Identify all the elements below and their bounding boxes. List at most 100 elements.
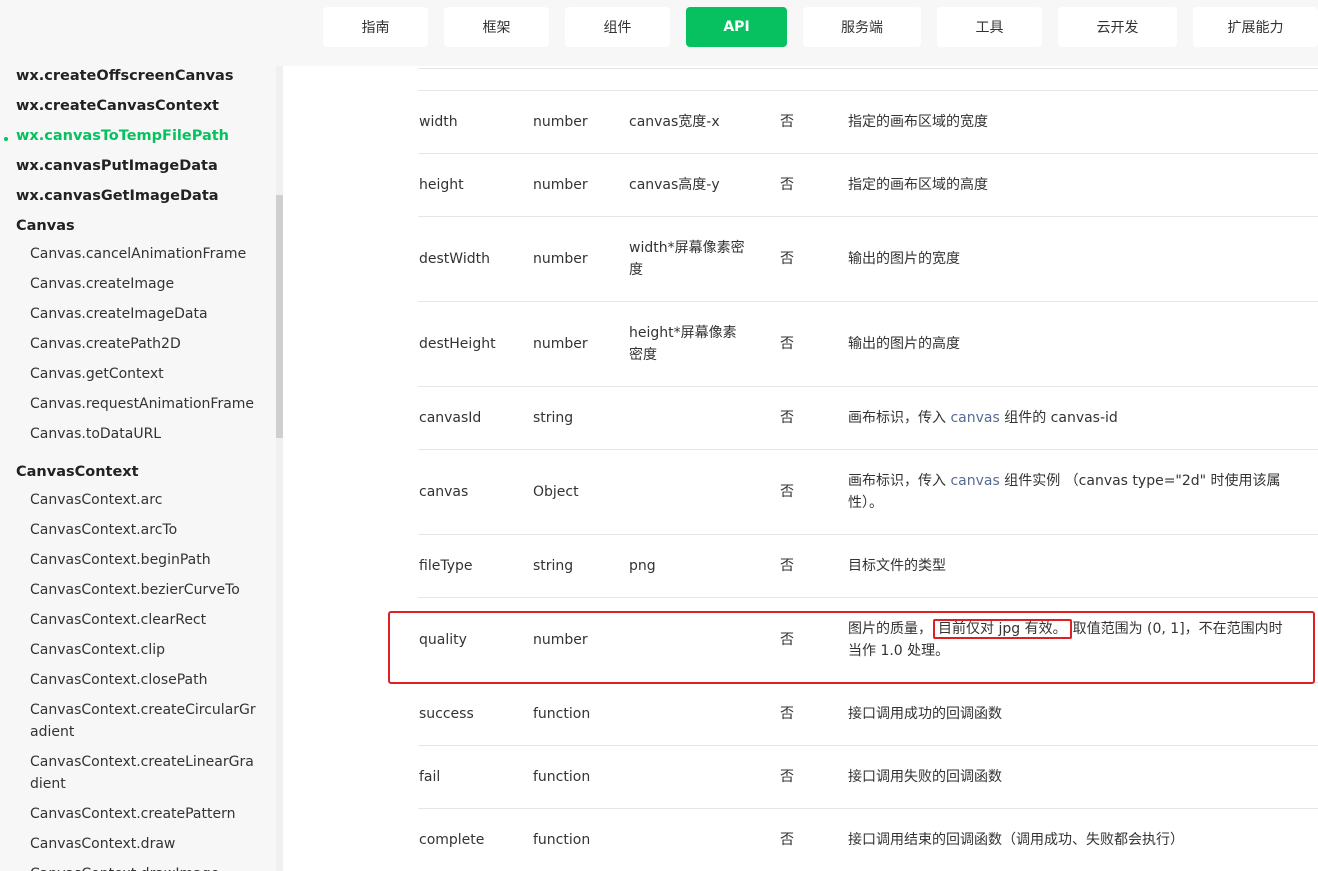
nav-tools[interactable]: 工具 [937,7,1042,47]
param-type: function [533,769,591,785]
param-name: height [419,177,464,193]
nav-components[interactable]: 组件 [565,7,670,47]
param-description: 图片的质量， 目前仅对 jpg 有效。 取值范围为 (0, 1]，不在范围内时当作 … [848,619,1283,659]
param-description: 画布标识，传入 canvas 组件的 canvas-id [848,410,1118,426]
nav-extensions[interactable]: 扩展能力 [1193,7,1318,47]
param-type: number [533,251,588,267]
param-default: png [629,558,656,574]
sidebar-subitem[interactable]: CanvasContext.clearRect [30,609,250,631]
sidebar-subitem[interactable]: CanvasContext.arcTo [30,519,250,541]
param-description: 指定的画布区域的高度 [848,177,988,193]
row-divider [418,68,1318,69]
nav-framework[interactable]: 框架 [444,7,549,47]
sidebar-subitem[interactable]: CanvasContext.draw [30,833,250,855]
active-indicator-dot [4,137,8,141]
param-type: function [533,706,591,722]
sidebar-subitem[interactable]: CanvasContext.createLinearGra dient [30,751,254,795]
param-type: number [533,336,588,352]
param-required: 否 [780,336,794,352]
param-required: 否 [780,251,794,267]
param-description: 接口调用结束的回调函数（调用成功、失败都会执行） [848,832,1184,848]
param-type: number [533,177,588,193]
param-description: 输出的图片的宽度 [848,251,960,267]
nav-cloud[interactable]: 云开发 [1058,7,1177,47]
param-name: canvas [419,484,469,500]
param-type: function [533,832,591,848]
sidebar-section-canvas[interactable]: Canvas [16,218,75,234]
param-description: 画布标识，传入 canvas 组件实例 （canvas type="2d" 时使… [848,473,1281,511]
sidebar-subitem[interactable]: Canvas.toDataURL [30,423,250,445]
row-divider [418,597,1318,598]
sidebar-subitem[interactable]: Canvas.createImageData [30,303,250,325]
param-default: height*屏幕像素密度 [629,325,737,363]
param-name: destHeight [419,336,496,352]
param-type: number [533,632,588,648]
param-name: width [419,114,458,130]
sidebar-subitem[interactable]: Canvas.createPath2D [30,333,250,355]
row-divider [418,153,1318,154]
param-description: 输出的图片的高度 [848,336,960,352]
sidebar-subitem[interactable]: CanvasContext.beginPath [30,549,250,571]
param-default: canvas宽度-x [629,114,720,130]
sidebar-subitem[interactable]: CanvasContext.clip [30,639,250,661]
sidebar-scrollbar-thumb[interactable] [276,195,283,438]
param-required: 否 [780,706,794,722]
param-type: Object [533,484,579,500]
param-required: 否 [780,832,794,848]
sidebar-subitem[interactable]: Canvas.createImage [30,273,250,295]
param-default: canvas高度-y [629,177,720,193]
sidebar-item-create-canvas-context[interactable]: wx.createCanvasContext [16,98,219,114]
row-divider [418,301,1318,302]
canvas-link[interactable]: canvas [950,473,999,489]
param-name: success [419,706,474,722]
param-name: fileType [419,558,473,574]
param-default: width*屏幕像素密度 [629,240,745,278]
sidebar-item-canvas-get-image-data[interactable]: wx.canvasGetImageData [16,188,219,204]
sidebar-section-canvas-context[interactable]: CanvasContext [16,464,139,480]
nav-api[interactable]: API [686,7,787,47]
row-divider [418,745,1318,746]
nav-guide[interactable]: 指南 [323,7,428,47]
nav-server[interactable]: 服务端 [803,7,921,47]
row-divider [418,534,1318,535]
top-nav: 指南 框架 组件 API 服务端 工具 云开发 扩展能力 [0,0,1318,66]
row-divider [418,216,1318,217]
highlight-inline: 目前仅对 jpg 有效。 [933,619,1072,639]
param-name: canvasId [419,410,482,426]
sidebar-subitem[interactable]: Canvas.cancelAnimationFrame [30,243,250,265]
param-type: number [533,114,588,130]
param-required: 否 [780,632,794,648]
row-divider [418,386,1318,387]
sidebar-item-canvas-put-image-data[interactable]: wx.canvasPutImageData [16,158,218,174]
sidebar-item-create-offscreen-canvas[interactable]: wx.createOffscreenCanvas [16,68,233,84]
row-divider [418,90,1318,91]
param-description: 接口调用成功的回调函数 [848,706,1002,722]
param-description: 接口调用失败的回调函数 [848,769,1002,785]
sidebar-subitem[interactable]: CanvasContext.bezierCurveTo [30,579,250,601]
sidebar-subitem[interactable]: Canvas.getContext [30,363,250,385]
sidebar-subitem[interactable]: CanvasContext.drawImage [30,863,250,871]
sidebar-item-canvas-to-temp-file-path[interactable]: wx.canvasToTempFilePath [16,128,229,144]
param-name: complete [419,832,485,848]
param-required: 否 [780,558,794,574]
canvas-link[interactable]: canvas [950,410,999,426]
sidebar-subitem[interactable]: CanvasContext.closePath [30,669,250,691]
sidebar-scroll-track[interactable] [276,66,283,871]
param-required: 否 [780,177,794,193]
sidebar-subitem[interactable]: CanvasContext.createPattern [30,803,250,825]
param-name: fail [419,769,441,785]
param-required: 否 [780,769,794,785]
param-name: quality [419,632,467,648]
param-type: string [533,558,574,574]
sidebar-subitem[interactable]: CanvasContext.arc [30,489,250,511]
param-required: 否 [780,410,794,426]
param-required: 否 [780,114,794,130]
row-divider [418,808,1318,809]
param-name: destWidth [419,251,490,267]
param-required: 否 [780,484,794,500]
sidebar-subitem[interactable]: Canvas.requestAnimationFrame [30,393,254,415]
param-description: 指定的画布区域的宽度 [848,114,988,130]
sidebar-subitem[interactable]: CanvasContext.createCircularGr adient [30,699,256,743]
param-description: 目标文件的类型 [848,558,946,574]
param-type: string [533,410,574,426]
